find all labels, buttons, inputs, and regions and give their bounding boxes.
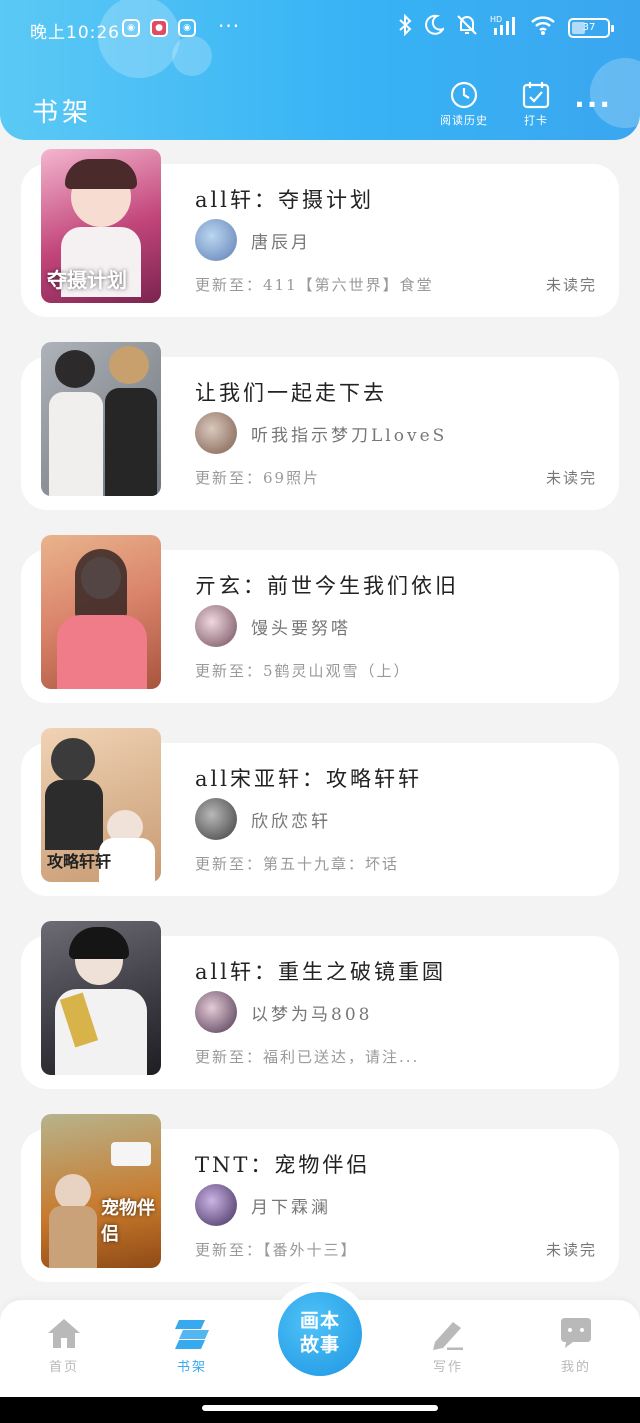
author-name: 以梦为马808 xyxy=(251,1004,373,1025)
battery-level: 37 xyxy=(582,21,596,33)
header: 晚上10:26 ◉ ● ◉ ··· HD 37 书架 阅读历史 打卡 ··· xyxy=(0,0,640,140)
signal-icon: HD xyxy=(490,14,518,41)
author-avatar xyxy=(195,798,237,840)
update-info: 更新至：69照片 xyxy=(195,469,321,487)
book-title: 让我们一起走下去 xyxy=(195,381,387,405)
author-avatar xyxy=(195,219,237,261)
app-notification-icon: ● xyxy=(150,19,168,37)
picture-story-button[interactable]: 画本 故事 xyxy=(278,1292,362,1376)
bookshelf-icon xyxy=(175,1320,209,1349)
camera-app-icon: ◉ xyxy=(122,19,140,37)
author-name: 馒头要努嗒 xyxy=(251,618,351,639)
clock-icon xyxy=(450,81,478,109)
more-options-button[interactable]: ··· xyxy=(574,88,612,121)
book-cover[interactable]: 宠物伴侣 xyxy=(41,1114,161,1268)
pen-icon xyxy=(433,1322,463,1350)
author-avatar xyxy=(195,605,237,647)
update-info: 更新至：5鹤灵山观雪（上） xyxy=(195,662,411,680)
unread-status: 未读完 xyxy=(545,469,597,487)
fab-line1: 画本 xyxy=(299,1310,340,1332)
chat-bubble-icon xyxy=(561,1318,591,1348)
nav-bookshelf[interactable]: 书架 xyxy=(152,1316,232,1375)
author-row: 唐辰月 xyxy=(195,219,311,261)
nav-home-label: 首页 xyxy=(48,1360,79,1375)
book-title: all宋亚轩：攻略轩轩 xyxy=(195,767,422,791)
update-info: 更新至：福利已送达，请注... xyxy=(195,1048,420,1066)
author-name: 欣欣恋轩 xyxy=(251,811,331,832)
svg-text:HD: HD xyxy=(490,15,502,24)
gesture-bar-area xyxy=(0,1397,640,1423)
camera-app-icon: ◉ xyxy=(178,19,196,37)
check-in-label: 打卡 xyxy=(524,114,548,127)
nav-write-label: 写作 xyxy=(432,1360,463,1375)
author-row: 欣欣恋轩 xyxy=(195,798,331,840)
book-title: TNT：宠物伴侣 xyxy=(195,1153,371,1177)
author-row: 馒头要努嗒 xyxy=(195,605,351,647)
update-info: 更新至：411【第六世界】食堂 xyxy=(195,276,434,294)
cover-title-text: 攻略轩轩 xyxy=(47,852,112,871)
cover-title-text: 宠物伴侣 xyxy=(101,1198,155,1245)
nav-write[interactable]: 写作 xyxy=(408,1316,488,1375)
unread-status: 未读完 xyxy=(545,276,597,294)
nav-me-label: 我的 xyxy=(560,1360,591,1375)
author-name: 唐辰月 xyxy=(251,232,311,253)
reading-history-label: 阅读历史 xyxy=(440,114,488,127)
notification-icons: ◉ ● ◉ xyxy=(122,19,196,37)
book-title: all轩：夺摄计划 xyxy=(195,188,374,212)
update-info: 更新至：第五十九章：坏话 xyxy=(195,855,400,873)
status-time: 晚上10:26 xyxy=(30,23,120,43)
book-cover[interactable] xyxy=(41,921,161,1075)
author-name: 听我指示梦刀LloveS xyxy=(251,425,448,446)
book-cover[interactable]: 攻略轩轩 xyxy=(41,728,161,882)
more-notifications-icon: ··· xyxy=(218,14,241,38)
update-info: 更新至：【番外十三】 xyxy=(195,1241,358,1259)
book-title: 亓玄：前世今生我们依旧 xyxy=(195,574,459,598)
check-in-button[interactable]: 打卡 xyxy=(506,80,566,128)
author-avatar xyxy=(195,412,237,454)
status-right: HD 37 xyxy=(398,13,614,41)
page-title: 书架 xyxy=(32,98,93,128)
book-title: all轩：重生之破镜重圆 xyxy=(195,960,446,984)
cover-title-text: 夺摄计划 xyxy=(47,268,127,292)
wifi-icon xyxy=(530,14,556,41)
author-name: 月下霖澜 xyxy=(251,1197,331,1218)
author-row: 以梦为马808 xyxy=(195,991,372,1033)
author-avatar xyxy=(195,991,237,1033)
status-bar: 晚上10:26 ◉ ● ◉ ··· HD 37 xyxy=(0,0,640,62)
moon-icon xyxy=(424,14,446,41)
fab-line2: 故事 xyxy=(299,1334,340,1356)
author-row: 听我指示梦刀LloveS xyxy=(195,412,447,454)
book-cover[interactable] xyxy=(41,342,161,496)
bluetooth-icon xyxy=(398,13,412,41)
book-cover[interactable] xyxy=(41,535,161,689)
battery-icon: 37 xyxy=(568,17,614,38)
nav-bookshelf-label: 书架 xyxy=(176,1360,207,1375)
author-row: 月下霖澜 xyxy=(195,1184,331,1226)
home-indicator-bar[interactable] xyxy=(202,1405,438,1411)
reading-history-button[interactable]: 阅读历史 xyxy=(434,80,494,128)
book-cover[interactable]: 夺摄计划 xyxy=(41,149,161,303)
mute-bell-icon xyxy=(456,14,478,41)
author-avatar xyxy=(195,1184,237,1226)
home-icon xyxy=(48,1319,80,1348)
nav-me[interactable]: 我的 xyxy=(536,1316,616,1375)
calendar-check-icon xyxy=(522,82,550,109)
unread-status: 未读完 xyxy=(545,1241,597,1259)
nav-home[interactable]: 首页 xyxy=(24,1316,104,1375)
